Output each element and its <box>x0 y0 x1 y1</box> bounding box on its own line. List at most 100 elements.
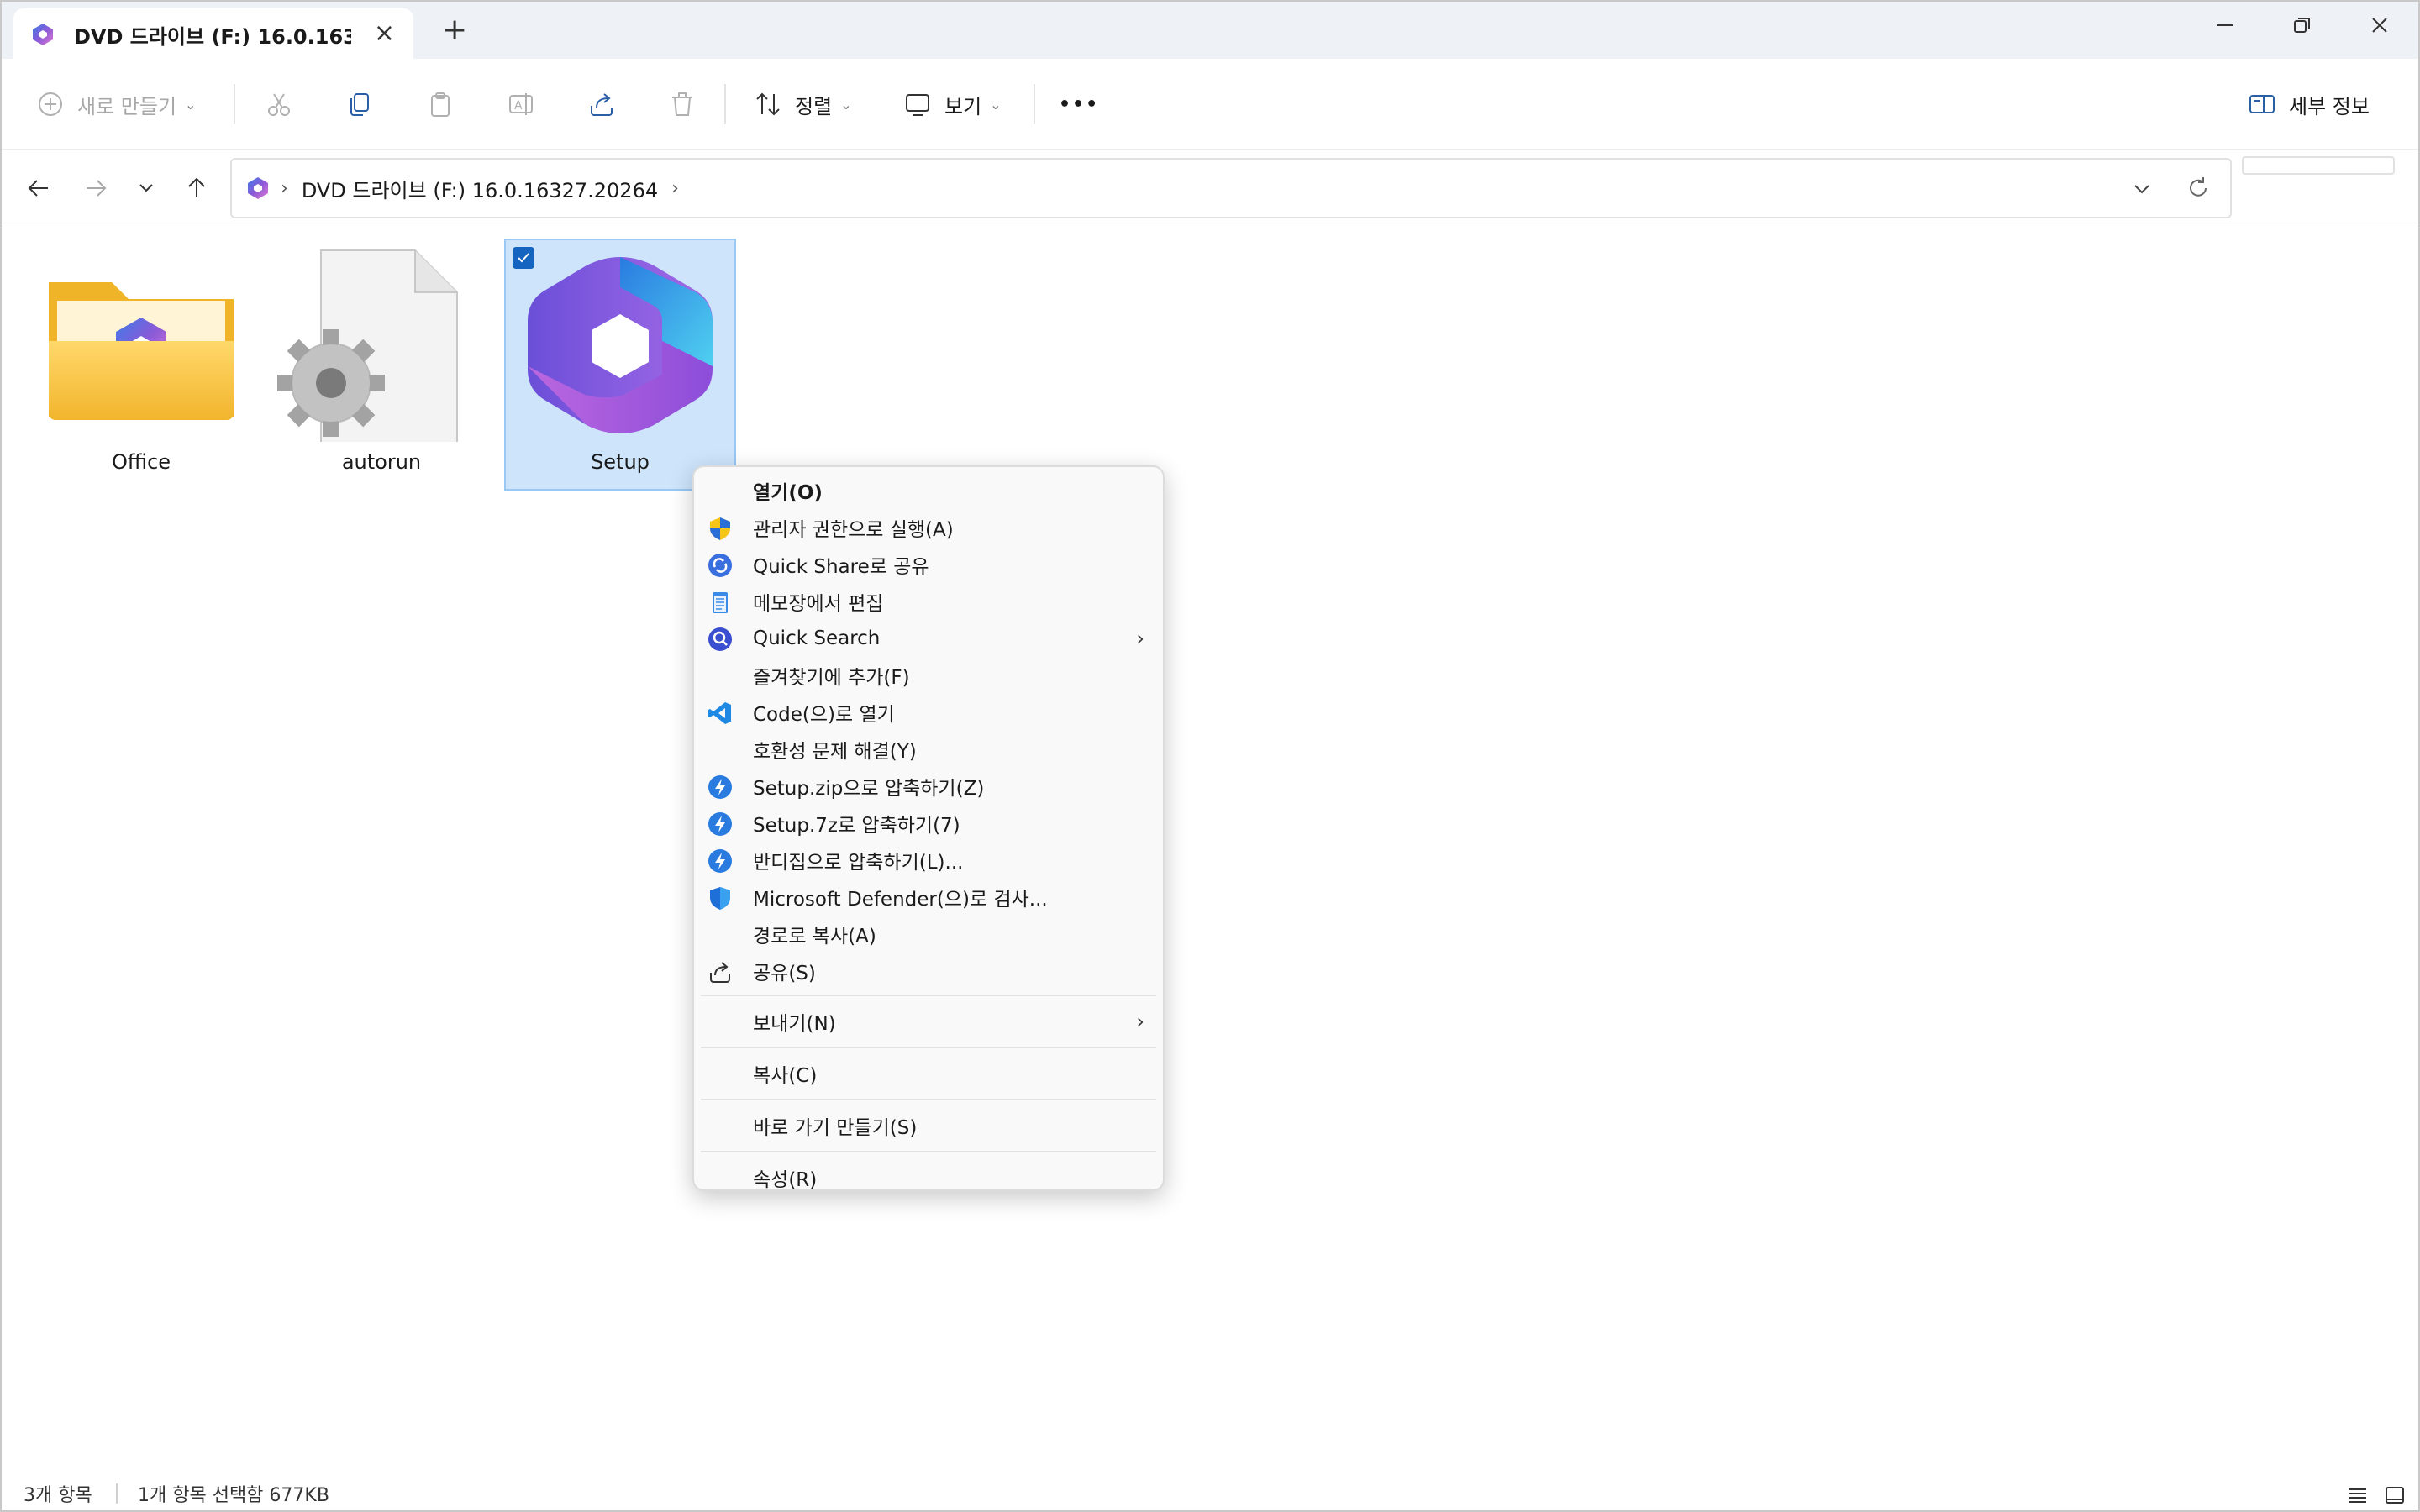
details-label: 세부 정보 <box>2289 94 2370 118</box>
sort-icon <box>756 92 780 116</box>
menu-item-compress-7z[interactable]: Setup.7z로 압축하기(7) <box>694 805 1163 842</box>
menu-item-quick-search[interactable]: Quick Search › <box>694 620 1163 657</box>
menu-item-label: 열기(O) <box>753 482 823 504</box>
search-input[interactable] <box>2242 156 2395 175</box>
breadcrumb-dvd-drive[interactable]: DVD 드라이브 (F:) 16.0.16327.20264 <box>302 174 658 203</box>
file-item-setup[interactable]: Setup <box>504 239 736 491</box>
bandizip-icon <box>708 849 732 873</box>
menu-item-create-shortcut[interactable]: 바로 가기 만들기(S) <box>694 1105 1163 1146</box>
details-pane-icon <box>2249 95 2275 113</box>
menu-item-label: 호환성 문제 해결(Y) <box>753 741 917 763</box>
tab-close-icon[interactable]: × <box>374 18 395 49</box>
file-item-autorun[interactable]: autorun <box>266 240 497 492</box>
menu-item-troubleshoot-compat[interactable]: 호환성 문제 해결(Y) <box>694 731 1163 768</box>
copy-button[interactable] <box>345 79 375 129</box>
folder-office-icon <box>49 282 234 420</box>
menu-divider <box>701 995 1156 996</box>
minimize-button[interactable] <box>2186 2 2264 49</box>
breadcrumb-separator[interactable]: › <box>671 178 679 199</box>
menu-divider <box>701 1151 1156 1152</box>
microsoft365-icon <box>33 24 53 45</box>
selection-checkbox[interactable] <box>513 247 534 269</box>
bandizip-icon <box>708 775 732 799</box>
tab-dvd-drive[interactable]: DVD 드라이브 (F:) 16.0.16327 × <box>13 8 413 60</box>
more-icon: ••• <box>1059 93 1100 115</box>
quick-share-icon <box>708 554 732 577</box>
settings-file-icon <box>277 249 458 442</box>
refresh-icon[interactable] <box>2185 175 2212 202</box>
new-tab-button[interactable]: + <box>442 13 467 47</box>
menu-item-label: Quick Search <box>753 627 881 649</box>
menu-item-quick-share[interactable]: Quick Share로 공유 <box>694 546 1163 583</box>
new-button[interactable]: 새로 만들기 ⌄ <box>35 79 196 129</box>
status-divider <box>116 1483 118 1504</box>
share-icon <box>710 962 730 983</box>
address-bar[interactable]: › DVD 드라이브 (F:) 16.0.16327.20264 › <box>230 158 2232 218</box>
notepad-icon <box>713 592 728 613</box>
context-menu: 열기(O) 관리자 권한으로 실행(A) Quick Share로 공유 메모장… <box>692 465 1165 1191</box>
title-bar: DVD 드라이브 (F:) 16.0.16327 × + <box>2 2 2418 60</box>
chevron-down-icon: ⌄ <box>990 96 1002 113</box>
menu-item-defender-scan[interactable]: Microsoft Defender(으)로 검사... <box>694 879 1163 916</box>
share-button[interactable] <box>587 79 617 129</box>
paste-button[interactable] <box>425 79 455 129</box>
menu-item-properties[interactable]: 속성(R) <box>694 1158 1163 1198</box>
bandizip-icon <box>708 812 732 836</box>
breadcrumb-separator[interactable]: › <box>281 178 288 199</box>
menu-item-copy[interactable]: 복사(C) <box>694 1053 1163 1094</box>
file-item-office[interactable]: Office <box>25 240 257 492</box>
delete-button[interactable] <box>667 79 697 129</box>
sort-button[interactable]: 정렬 ⌄ <box>753 79 852 129</box>
microsoft365-icon <box>248 177 268 199</box>
forward-button[interactable] <box>77 170 114 207</box>
selection-info: 1개 항목 선택함 677KB <box>138 1485 329 1506</box>
menu-item-edit-notepad[interactable]: 메모장에서 편집 <box>694 583 1163 620</box>
checkmark-icon <box>518 253 529 263</box>
file-view: Office autorun Setup <box>2 228 2418 1472</box>
chevron-right-icon: › <box>1136 1010 1144 1033</box>
menu-item-label: 바로 가기 만들기(S) <box>753 1117 918 1139</box>
close-button[interactable] <box>2341 2 2418 49</box>
toolbar-divider <box>234 84 235 124</box>
menu-item-run-as-admin[interactable]: 관리자 권한으로 실행(A) <box>694 509 1163 546</box>
monitor-icon <box>906 94 929 116</box>
chevron-right-icon: › <box>1136 627 1144 650</box>
menu-item-label: 복사(C) <box>753 1065 818 1087</box>
view-button[interactable]: 보기 ⌄ <box>902 79 1002 129</box>
menu-item-label: 메모장에서 편집 <box>753 593 884 615</box>
toolbar-divider <box>724 84 726 124</box>
file-name: Setup <box>591 450 650 474</box>
cut-button[interactable] <box>264 79 294 129</box>
back-button[interactable] <box>20 170 57 207</box>
toolbar-divider <box>1034 84 1035 124</box>
recent-locations-button[interactable] <box>128 170 165 207</box>
restore-button[interactable] <box>2264 2 2341 49</box>
details-pane-button[interactable]: 세부 정보 <box>2247 79 2370 129</box>
menu-item-label: 즐겨찾기에 추가(F) <box>753 667 910 689</box>
more-options-button[interactable]: ••• <box>1059 79 1099 129</box>
menu-item-label: 공유(S) <box>753 963 816 984</box>
arrow-right-icon <box>87 180 107 197</box>
menu-item-open[interactable]: 열기(O) <box>694 472 1163 509</box>
menu-item-label: Setup.7z로 압축하기(7) <box>753 815 960 837</box>
menu-divider <box>701 1047 1156 1048</box>
menu-item-compress-zip[interactable]: Setup.zip으로 압축하기(Z) <box>694 768 1163 805</box>
menu-item-add-favorites[interactable]: 즐겨찾기에 추가(F) <box>694 657 1163 694</box>
menu-item-share[interactable]: 공유(S) <box>694 953 1163 990</box>
clipboard-icon <box>431 92 450 117</box>
chevron-down-icon[interactable] <box>2129 176 2154 202</box>
menu-item-compress-bandizip[interactable]: 반디집으로 압축하기(L)... <box>694 842 1163 879</box>
arrow-left-icon <box>28 180 48 197</box>
rename-icon: A <box>509 93 533 115</box>
menu-item-send-to[interactable]: 보내기(N) › <box>694 1001 1163 1042</box>
file-name: Office <box>111 450 171 474</box>
menu-item-copy-path[interactable]: 경로로 복사(A) <box>694 916 1163 953</box>
tab-title: DVD 드라이브 (F:) 16.0.16327 <box>74 24 351 49</box>
share-icon <box>591 93 613 116</box>
rename-button[interactable]: A <box>506 79 536 129</box>
menu-item-open-code[interactable]: Code(으)로 열기 <box>694 694 1163 731</box>
large-icons-view-icon[interactable] <box>2383 1483 2407 1507</box>
up-button[interactable] <box>178 170 215 207</box>
details-view-icon[interactable] <box>2346 1483 2370 1507</box>
copy-icon <box>350 93 369 116</box>
